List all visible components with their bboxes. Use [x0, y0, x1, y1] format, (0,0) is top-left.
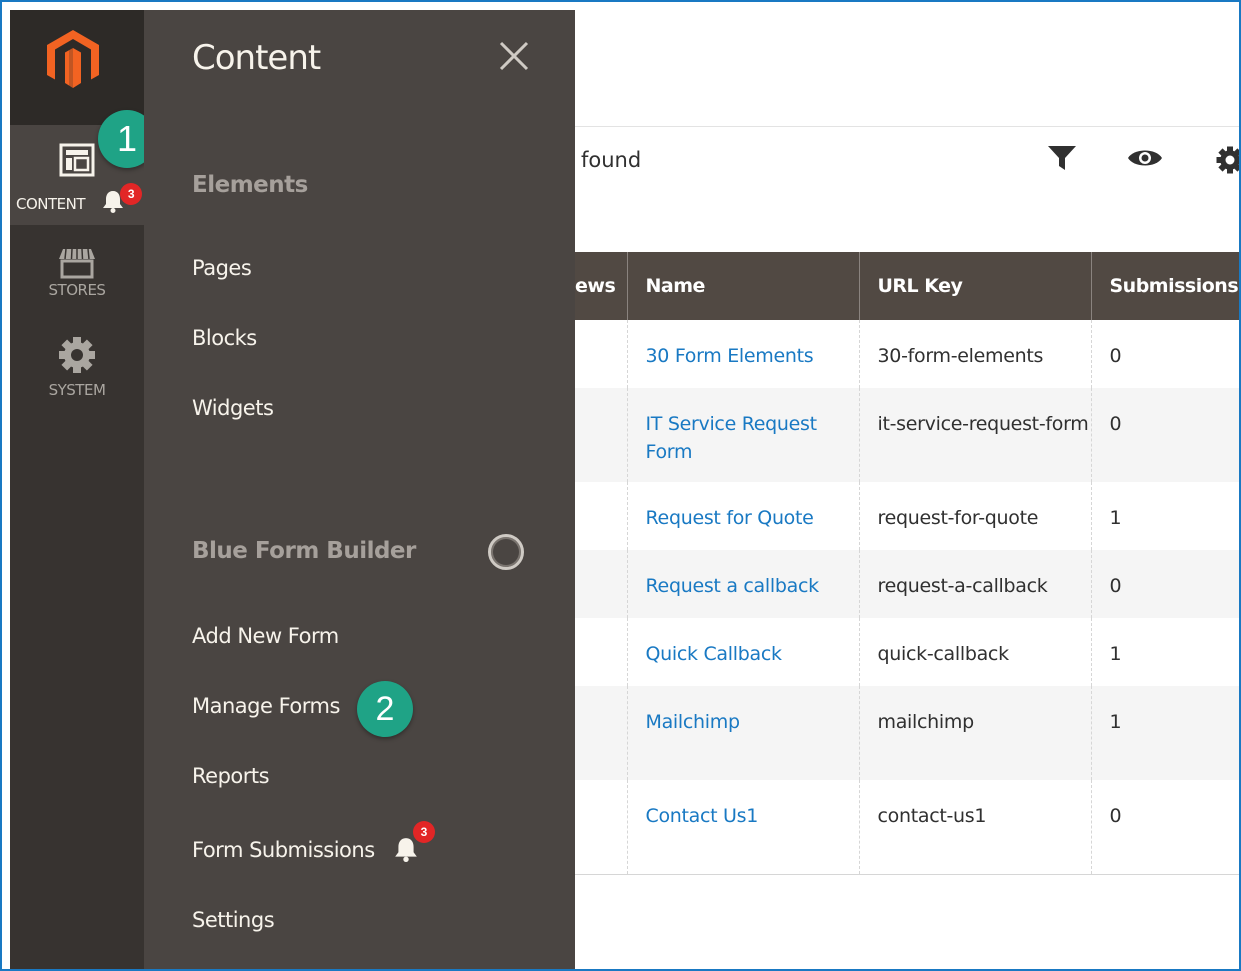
form-name-link[interactable]: Request a callback [646, 575, 820, 597]
admin-window: CONTENT 3 STORES SYSTEM 1 Content Elemen… [0, 0, 1241, 971]
table-row: IT Service Request Form it-service-reque… [575, 388, 1239, 482]
url-key-cell: it-service-request-form [859, 388, 1092, 482]
column-header-submissions[interactable]: Submissions [1091, 252, 1239, 320]
table-row: Request a callback request-a-callback 0 [575, 550, 1239, 618]
filter-icon[interactable] [1047, 144, 1077, 172]
menu-item-add-new-form[interactable]: Add New Form [192, 624, 339, 648]
url-key-cell: request-for-quote [859, 482, 1092, 550]
form-name-link[interactable]: IT Service Request Form [646, 413, 818, 463]
form-name-link[interactable]: Quick Callback [646, 643, 782, 665]
flyout-title: Content [192, 38, 321, 78]
menu-item-reports[interactable]: Reports [192, 764, 270, 788]
table-row: Request for Quote request-for-quote 1 [575, 482, 1239, 550]
table-row: Contact Us1 contact-us1 0 [575, 780, 1239, 875]
magento-logo[interactable] [10, 10, 144, 125]
records-found-text: found [581, 148, 642, 172]
form-name-link[interactable]: Request for Quote [646, 507, 814, 529]
content-icon [59, 143, 95, 177]
nav-item-system[interactable]: SYSTEM [10, 315, 144, 415]
magento-logo-icon [47, 30, 99, 88]
submissions-cell: 0 [1091, 320, 1239, 388]
toolbar-divider [575, 126, 1239, 127]
eye-icon[interactable] [1126, 145, 1164, 171]
forms-grid-panel: found ews Name URL Key Submissions 30 Fo… [575, 10, 1241, 969]
step-callout-2: 2 [357, 681, 413, 737]
table-header-row: ews Name URL Key Submissions [575, 252, 1239, 320]
section-title-blue-form-builder: Blue Form Builder [192, 538, 416, 564]
form-name-link[interactable]: 30 Form Elements [646, 345, 814, 367]
menu-item-pages[interactable]: Pages [192, 256, 252, 280]
url-key-cell: request-a-callback [859, 550, 1092, 618]
submissions-cell: 0 [1091, 550, 1239, 618]
submissions-cell: 0 [1091, 388, 1239, 482]
submissions-cell: 1 [1091, 482, 1239, 550]
forms-grid-table: ews Name URL Key Submissions 30 Form Ele… [575, 252, 1239, 875]
nav-item-stores[interactable]: STORES [10, 225, 144, 315]
submissions-cell: 1 [1091, 686, 1239, 780]
url-key-cell: quick-callback [859, 618, 1092, 686]
loading-spinner-icon [488, 534, 524, 570]
table-row: 30 Form Elements 30-form-elements 0 [575, 320, 1239, 388]
gear-icon [59, 337, 95, 373]
bell-icon [395, 838, 417, 862]
notification-badge: 3 [413, 821, 435, 843]
notification-badge: 3 [120, 183, 142, 205]
menu-item-settings[interactable]: Settings [192, 908, 275, 932]
url-key-cell: mailchimp [859, 686, 1092, 780]
url-key-cell: 30-form-elements [859, 320, 1092, 388]
menu-item-widgets[interactable]: Widgets [192, 396, 274, 420]
content-flyout-menu: Content Elements Pages Blocks Widgets Bl… [144, 10, 575, 969]
submissions-cell: 0 [1091, 780, 1239, 875]
nav-item-label: STORES [48, 281, 106, 299]
section-title-elements: Elements [192, 172, 308, 198]
table-row: Mailchimp mailchimp 1 [575, 686, 1239, 780]
menu-item-blocks[interactable]: Blocks [192, 326, 257, 350]
stores-icon [59, 248, 95, 279]
column-header-views[interactable]: ews [575, 252, 628, 320]
nav-item-label: SYSTEM [48, 381, 106, 399]
submissions-cell: 1 [1091, 618, 1239, 686]
url-key-cell: contact-us1 [859, 780, 1092, 875]
close-icon[interactable] [498, 40, 530, 72]
table-row: Quick Callback quick-callback 1 [575, 618, 1239, 686]
gear-icon[interactable] [1215, 144, 1241, 176]
column-header-url-key[interactable]: URL Key [859, 252, 1092, 320]
menu-item-form-submissions[interactable]: Form Submissions [192, 838, 375, 862]
form-name-link[interactable]: Contact Us1 [646, 805, 759, 827]
column-header-name[interactable]: Name [627, 252, 860, 320]
nav-item-label: CONTENT [16, 195, 86, 213]
menu-item-manage-forms[interactable]: Manage Forms [192, 694, 340, 718]
form-name-link[interactable]: Mailchimp [646, 711, 741, 733]
